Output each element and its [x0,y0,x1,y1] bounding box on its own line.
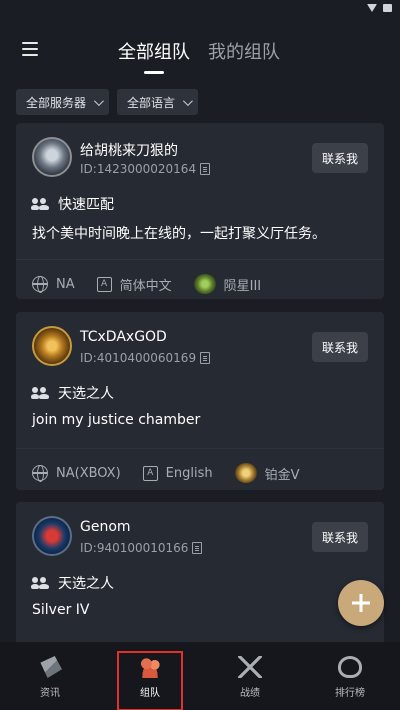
create-team-button[interactable] [338,580,384,626]
username: 给胡桃来刀狠的 [80,143,178,159]
menu-bar-middle [22,48,38,50]
game-mode: 快速匹配 [31,194,114,214]
language-icon: A [96,276,112,292]
nav-label: 战绩 [240,688,260,699]
server-label: NA [56,276,75,292]
server-tag: NA(XBOX) [32,465,121,482]
avatar[interactable] [32,137,72,177]
user-id-text: ID:940100010166 [80,541,189,555]
post-message: 找个美中时间晚上在线的，一起打聚义厅任务。 [32,226,326,242]
tab-bar: 全部组队 我的组队 [118,38,280,64]
team-post-card[interactable]: TCxDAxGOD ID:4010400060169 联系我 天选之人 join… [16,312,384,490]
game-mode-label: 快速匹配 [58,197,114,213]
game-mode: 天选之人 [31,573,114,593]
avatar[interactable] [32,326,72,366]
filter-bar: 全部服务器 全部语言 [16,89,199,115]
language-filter-dropdown[interactable]: 全部语言 [117,89,199,115]
nav-item-team[interactable]: 组队 [110,651,190,710]
divider [16,448,384,449]
rank-label: 陨星III [223,278,262,294]
rank-tag: 陨星III [193,274,262,294]
status-bar [0,0,400,16]
team-post-card[interactable]: Genom ID:940100010166 联系我 天选之人 Silver IV [16,502,384,652]
language-tag: A English [142,465,213,481]
nav-item-leaderboard[interactable]: 排行榜 [310,656,390,699]
user-id: ID:1423000020164 [80,162,211,176]
rank-label: 铂金V [264,467,300,483]
post-message: join my justice chamber [32,412,201,428]
battle-record-icon [238,656,262,678]
chevron-down-icon [93,95,104,106]
copy-icon[interactable] [192,542,203,554]
globe-icon [32,465,48,482]
rank-badge-icon [234,463,257,483]
language-filter-label: 全部语言 [127,95,176,110]
user-id: ID:4010400060169 [80,351,211,365]
rank-tag: 铂金V [234,463,300,483]
users-icon [31,577,50,589]
nav-item-news[interactable]: 资讯 [10,656,90,699]
menu-button[interactable] [22,42,38,56]
users-icon [31,387,50,399]
battery-icon [383,4,392,12]
news-icon [40,656,62,678]
header: 全部组队 我的组队 [0,30,400,74]
contact-button[interactable]: 联系我 [312,522,368,552]
team-post-card[interactable]: 给胡桃来刀狠的 ID:1423000020164 联系我 快速匹配 找个美中时间… [16,123,384,299]
copy-icon[interactable] [200,163,211,175]
menu-bar-bottom [22,54,38,56]
divider [16,259,384,260]
username: TCxDAxGOD [80,329,167,345]
bottom-nav: 资讯 组队 战绩 排行榜 [0,642,400,710]
contact-button[interactable]: 联系我 [312,143,368,173]
post-message: Silver IV [32,602,90,618]
wifi-icon [367,4,377,12]
game-mode-label: 天选之人 [58,386,114,402]
tab-all-teams[interactable]: 全部组队 [118,38,190,64]
leaderboard-icon [338,656,362,678]
language-label: 简体中文 [119,278,172,294]
nav-label: 资讯 [40,688,60,699]
menu-bar-top [22,42,38,44]
user-id-text: ID:1423000020164 [80,162,197,176]
nav-item-battle-record[interactable]: 战绩 [210,656,290,699]
username: Genom [80,519,131,535]
post-meta: NA(XBOX) A English 铂金V [32,463,322,483]
rank-badge-icon [193,274,216,294]
user-id-text: ID:4010400060169 [80,351,197,365]
copy-icon[interactable] [200,352,211,364]
nav-label: 组队 [140,688,160,699]
language-label: English [165,465,213,481]
nav-label: 排行榜 [335,688,365,699]
server-label: NA(XBOX) [56,465,121,481]
users-icon [31,198,50,210]
team-icon [138,656,162,678]
chevron-down-icon [182,95,193,106]
game-mode: 天选之人 [31,383,114,403]
game-mode-label: 天选之人 [58,576,114,592]
language-tag: A 简体中文 [96,275,172,294]
avatar[interactable] [32,516,72,556]
globe-icon [32,276,48,293]
user-id: ID:940100010166 [80,541,203,555]
server-filter-dropdown[interactable]: 全部服务器 [16,89,110,115]
server-filter-label: 全部服务器 [26,95,87,110]
tab-my-teams[interactable]: 我的组队 [208,38,280,64]
post-meta: NA A 简体中文 陨星III [32,274,283,294]
server-tag: NA [32,276,75,293]
contact-button[interactable]: 联系我 [312,332,368,362]
language-icon: A [142,465,158,481]
